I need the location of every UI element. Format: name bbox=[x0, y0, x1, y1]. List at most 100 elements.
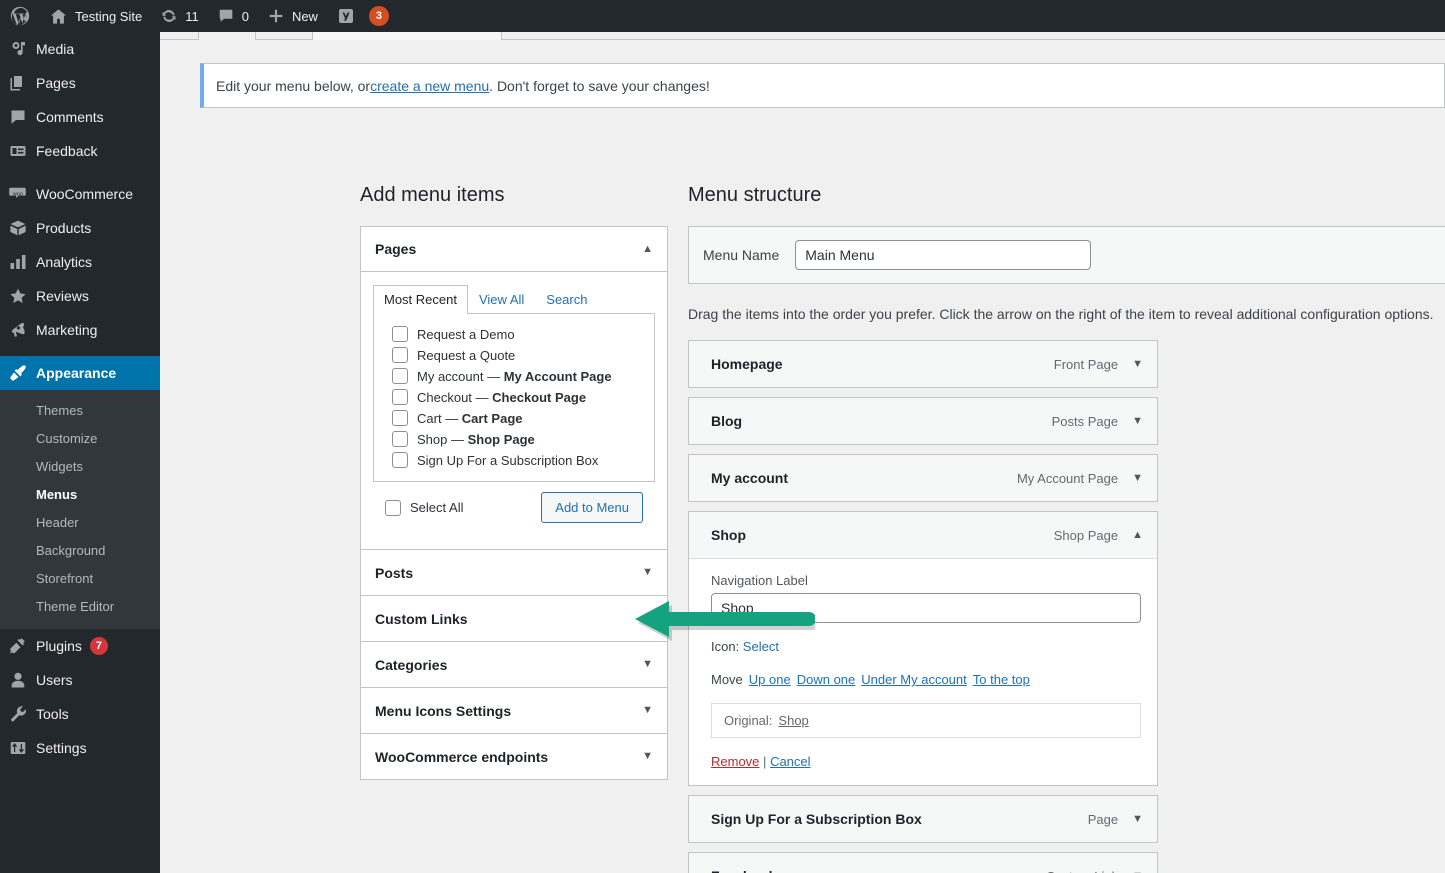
menu-item-bar[interactable]: Shop Shop Page ▲ bbox=[689, 512, 1157, 558]
sidebar-item-label: Settings bbox=[36, 731, 87, 765]
sidebar-subitem-themes[interactable]: Themes bbox=[0, 397, 160, 425]
menu-item-shop[interactable]: Shop Shop Page ▲ Navigation Label Icon: … bbox=[688, 511, 1158, 786]
chevron-down-icon[interactable]: ▼ bbox=[1132, 358, 1143, 370]
page-checkbox[interactable] bbox=[392, 368, 408, 384]
menu-tab-stub-selected[interactable] bbox=[312, 32, 502, 40]
comments-menu[interactable]: 0 bbox=[208, 0, 258, 32]
menu-item-facebook[interactable]: Facebook Custom Link ▼ bbox=[688, 852, 1158, 873]
sidebar-subitem-header[interactable]: Header bbox=[0, 509, 160, 537]
posts-panel-title: Posts bbox=[375, 565, 413, 581]
new-content-menu[interactable]: New bbox=[258, 0, 327, 32]
chevron-down-icon[interactable]: ▼ bbox=[1132, 415, 1143, 427]
add-to-menu-button[interactable]: Add to Menu bbox=[541, 492, 643, 523]
page-checkbox[interactable] bbox=[392, 452, 408, 468]
menu-item-bar[interactable]: Blog Posts Page ▼ bbox=[689, 398, 1157, 444]
menu-item-type: Posts Page bbox=[1052, 414, 1119, 429]
woocommerce-endpoints-panel-header[interactable]: WooCommerce endpoints ▼ bbox=[361, 734, 667, 779]
list-item[interactable]: Sign Up For a Subscription Box bbox=[384, 450, 644, 471]
sidebar-item-analytics[interactable]: Analytics bbox=[0, 245, 160, 279]
sidebar-subitem-storefront[interactable]: Storefront bbox=[0, 565, 160, 593]
sidebar-item-feedback[interactable]: Feedback bbox=[0, 134, 160, 168]
move-under-my-account-link[interactable]: Under My account bbox=[861, 672, 967, 687]
comments-count: 0 bbox=[242, 9, 249, 24]
sidebar-item-products[interactable]: Products bbox=[0, 211, 160, 245]
sidebar-subitem-background[interactable]: Background bbox=[0, 537, 160, 565]
chevron-down-icon[interactable]: ▼ bbox=[1132, 472, 1143, 484]
list-item[interactable]: Request a Quote bbox=[384, 345, 644, 366]
categories-panel-header[interactable]: Categories ▼ bbox=[361, 642, 667, 687]
chevron-down-icon[interactable]: ▼ bbox=[642, 751, 653, 762]
menu-item-my-account[interactable]: My account My Account Page ▼ bbox=[688, 454, 1158, 502]
sidebar-subitem-menus[interactable]: Menus bbox=[0, 481, 160, 509]
move-to-the-top-link[interactable]: To the top bbox=[973, 672, 1030, 687]
tab-view-all[interactable]: View All bbox=[468, 285, 535, 314]
categories-panel-title: Categories bbox=[375, 657, 447, 673]
create-new-menu-link[interactable]: create a new menu bbox=[370, 78, 489, 94]
tab-most-recent[interactable]: Most Recent bbox=[373, 285, 468, 314]
chevron-down-icon[interactable]: ▼ bbox=[642, 613, 653, 624]
sidebar-separator bbox=[0, 168, 160, 177]
move-down-one-link[interactable]: Down one bbox=[797, 672, 856, 687]
tab-search[interactable]: Search bbox=[535, 285, 598, 314]
sidebar-item-woocommerce[interactable]: woo WooCommerce bbox=[0, 177, 160, 211]
list-item[interactable]: Shop — Shop Page bbox=[384, 429, 644, 450]
page-checkbox[interactable] bbox=[392, 326, 408, 342]
menu-item-signup-subscription-box[interactable]: Sign Up For a Subscription Box Page ▼ bbox=[688, 795, 1158, 843]
sidebar-subitem-widgets[interactable]: Widgets bbox=[0, 453, 160, 481]
list-item[interactable]: Cart — Cart Page bbox=[384, 408, 644, 429]
menu-item-blog[interactable]: Blog Posts Page ▼ bbox=[688, 397, 1158, 445]
menu-item-bar[interactable]: Facebook Custom Link ▼ bbox=[689, 853, 1157, 873]
menu-name-input[interactable] bbox=[795, 240, 1091, 270]
menu-item-bar[interactable]: My account My Account Page ▼ bbox=[689, 455, 1157, 501]
page-checkbox[interactable] bbox=[392, 347, 408, 363]
page-label: Sign Up For a Subscription Box bbox=[417, 453, 598, 468]
menu-item-bar[interactable]: Homepage Front Page ▼ bbox=[689, 341, 1157, 387]
list-item[interactable]: Request a Demo bbox=[384, 324, 644, 345]
sidebar-subitem-theme-editor[interactable]: Theme Editor bbox=[0, 593, 160, 621]
menu-item-homepage[interactable]: Homepage Front Page ▼ bbox=[688, 340, 1158, 388]
page-checkbox[interactable] bbox=[392, 431, 408, 447]
site-name-menu[interactable]: Testing Site bbox=[40, 0, 151, 32]
sidebar-item-pages[interactable]: Pages bbox=[0, 66, 160, 100]
move-up-one-link[interactable]: Up one bbox=[749, 672, 791, 687]
chevron-down-icon[interactable]: ▼ bbox=[642, 705, 653, 716]
page-label: Cart — Cart Page bbox=[417, 411, 523, 426]
remove-link[interactable]: Remove bbox=[711, 754, 759, 769]
original-link[interactable]: Shop bbox=[778, 713, 808, 728]
wp-logo-menu[interactable] bbox=[0, 0, 40, 32]
chevron-down-icon[interactable]: ▼ bbox=[642, 567, 653, 578]
list-item[interactable]: My account — My Account Page bbox=[384, 366, 644, 387]
custom-links-panel-header[interactable]: Custom Links ▼ bbox=[361, 596, 667, 641]
seo-menu[interactable]: 3 bbox=[327, 0, 398, 32]
sidebar-item-reviews[interactable]: Reviews bbox=[0, 279, 160, 313]
sidebar-item-label: Users bbox=[36, 663, 73, 697]
sidebar-item-settings[interactable]: Settings bbox=[0, 731, 160, 765]
page-checkbox[interactable] bbox=[392, 389, 408, 405]
pages-panel-header[interactable]: Pages ▲ bbox=[361, 227, 667, 272]
sidebar-item-plugins[interactable]: Plugins 7 bbox=[0, 629, 160, 663]
navigation-label-input[interactable] bbox=[711, 593, 1141, 623]
sidebar-item-comments[interactable]: Comments bbox=[0, 100, 160, 134]
page-checkbox[interactable] bbox=[392, 410, 408, 426]
menu-item-bar[interactable]: Sign Up For a Subscription Box Page ▼ bbox=[689, 796, 1157, 842]
updates-menu[interactable]: 11 bbox=[151, 0, 208, 32]
pages-panel-body: Most Recent View All Search Request a De… bbox=[361, 272, 667, 549]
select-all-checkbox[interactable] bbox=[385, 500, 401, 516]
sidebar-item-marketing[interactable]: Marketing bbox=[0, 313, 160, 347]
list-item[interactable]: Checkout — Checkout Page bbox=[384, 387, 644, 408]
select-all-control[interactable]: Select All bbox=[385, 500, 463, 516]
chevron-down-icon[interactable]: ▼ bbox=[1132, 813, 1143, 825]
posts-panel-header[interactable]: Posts ▼ bbox=[361, 550, 667, 595]
menu-tab-stub-left[interactable] bbox=[198, 32, 256, 40]
sidebar-item-tools[interactable]: Tools bbox=[0, 697, 160, 731]
menu-icons-settings-panel-header[interactable]: Menu Icons Settings ▼ bbox=[361, 688, 667, 733]
chevron-up-icon[interactable]: ▲ bbox=[642, 244, 653, 255]
icon-select-link[interactable]: Select bbox=[743, 639, 779, 654]
sidebar-item-appearance[interactable]: Appearance bbox=[0, 356, 160, 390]
sidebar-item-users[interactable]: Users bbox=[0, 663, 160, 697]
chevron-up-icon[interactable]: ▲ bbox=[1132, 529, 1143, 541]
sidebar-subitem-customize[interactable]: Customize bbox=[0, 425, 160, 453]
chevron-down-icon[interactable]: ▼ bbox=[642, 659, 653, 670]
sidebar-item-media[interactable]: Media bbox=[0, 32, 160, 66]
cancel-link[interactable]: Cancel bbox=[770, 754, 810, 769]
